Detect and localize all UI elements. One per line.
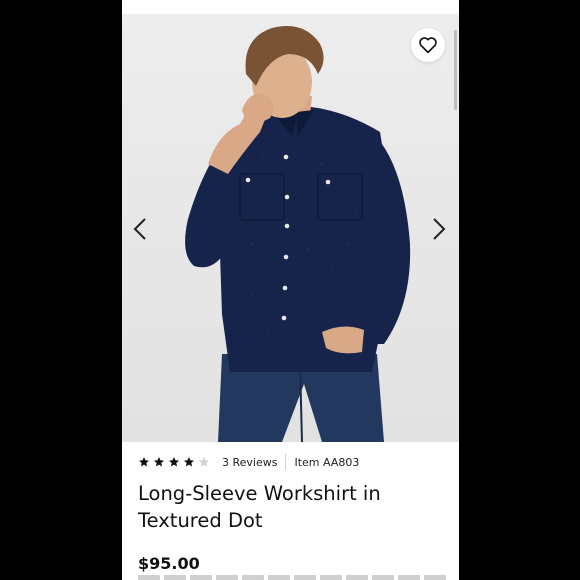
previous-image-button[interactable] (126, 214, 154, 244)
product-page: 3 Reviews Item AA803 Long-Sleeve Workshi… (122, 0, 459, 580)
product-price: $95.00 (138, 554, 200, 573)
product-image[interactable] (122, 14, 459, 442)
promo-text-cutoff (138, 575, 448, 580)
rating-row: 3 Reviews Item AA803 (138, 452, 359, 472)
star-rating[interactable] (138, 456, 210, 468)
star-icon (169, 457, 179, 467)
model-photo (185, 26, 411, 442)
star-icon (184, 457, 194, 467)
chevron-left-icon (133, 218, 146, 240)
heart-icon (419, 37, 437, 54)
item-number: Item AA803 (294, 455, 360, 469)
star-icon (199, 457, 209, 467)
star-icon (139, 457, 149, 467)
star-icon (154, 457, 164, 467)
scrollbar-thumb[interactable] (454, 30, 457, 110)
next-image-button[interactable] (425, 214, 453, 244)
product-title: Long-Sleeve Workshirt in Textured Dot (138, 482, 381, 532)
favorite-button[interactable] (411, 28, 445, 62)
reviews-link[interactable]: 3 Reviews (222, 456, 277, 469)
chevron-right-icon (433, 218, 446, 240)
divider (285, 454, 287, 470)
